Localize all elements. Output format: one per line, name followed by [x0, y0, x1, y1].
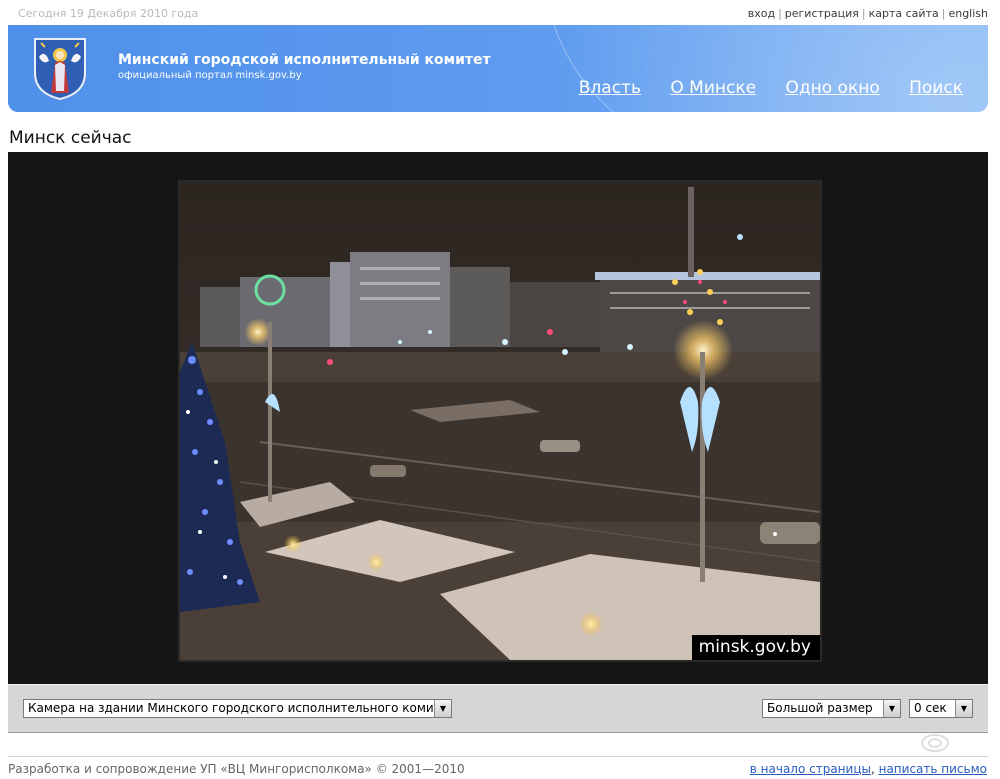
chevron-down-icon[interactable]: ▼ [955, 700, 972, 717]
top-bar: Сегодня 19 Декабря 2010 года вход | регист… [0, 0, 1000, 24]
page-title: Минск сейчас [9, 128, 132, 148]
footer-divider [8, 756, 988, 757]
header-decoration [546, 25, 988, 112]
login-link[interactable]: вход [748, 7, 775, 20]
footer-copyright: Разработка и сопровождение УП «ВЦ Мингор… [8, 762, 465, 776]
webcam-image: minsk.gov.by [178, 180, 822, 662]
main-nav: Власть О Минске Одно окно Поиск [555, 78, 963, 98]
write-letter-link[interactable]: написать письмо [879, 762, 987, 776]
english-link[interactable]: english [948, 7, 988, 20]
footer-links: в начало страницы, написать письмо [749, 762, 987, 776]
register-link[interactable]: регистрация [785, 7, 859, 20]
webcam-viewer: minsk.gov.by [8, 152, 988, 684]
back-to-top-link[interactable]: в начало страницы [750, 762, 871, 776]
size-select[interactable]: Большой размер ▼ [762, 699, 901, 718]
site-subtitle: официальный портал minsk.gov.by [118, 70, 302, 81]
night-square-scene [180, 182, 820, 660]
nav-poisk[interactable]: Поиск [909, 78, 963, 98]
top-links: вход | регистрация | карта сайта | english [747, 7, 988, 20]
camera-select[interactable]: Камера на здании Минского городского исп… [23, 699, 452, 718]
sitemap-link[interactable]: карта сайта [869, 7, 939, 20]
refresh-select-value: 0 сек [914, 701, 947, 715]
chevron-down-icon[interactable]: ▼ [883, 700, 900, 717]
developer-logo-icon [921, 734, 949, 752]
nav-odno-okno[interactable]: Одно окно [785, 78, 879, 98]
refresh-interval-select[interactable]: 0 сек ▼ [909, 699, 973, 718]
webcam-watermark: minsk.gov.by [691, 635, 820, 660]
site-header: Минский городской исполнительный комитет… [8, 25, 988, 112]
chevron-down-icon[interactable]: ▼ [434, 700, 451, 717]
site-title: Минский городской исполнительный комитет [118, 52, 491, 68]
camera-select-value: Камера на здании Минского городского исп… [28, 701, 452, 715]
size-select-value: Большой размер [767, 701, 873, 715]
viewer-controls: Камера на здании Минского городского исп… [8, 684, 988, 733]
nav-vlast[interactable]: Власть [579, 78, 641, 98]
nav-o-minske[interactable]: О Минске [670, 78, 756, 98]
minsk-coat-of-arms-icon[interactable] [31, 35, 89, 101]
current-date: Сегодня 19 Декабря 2010 года [18, 7, 199, 20]
